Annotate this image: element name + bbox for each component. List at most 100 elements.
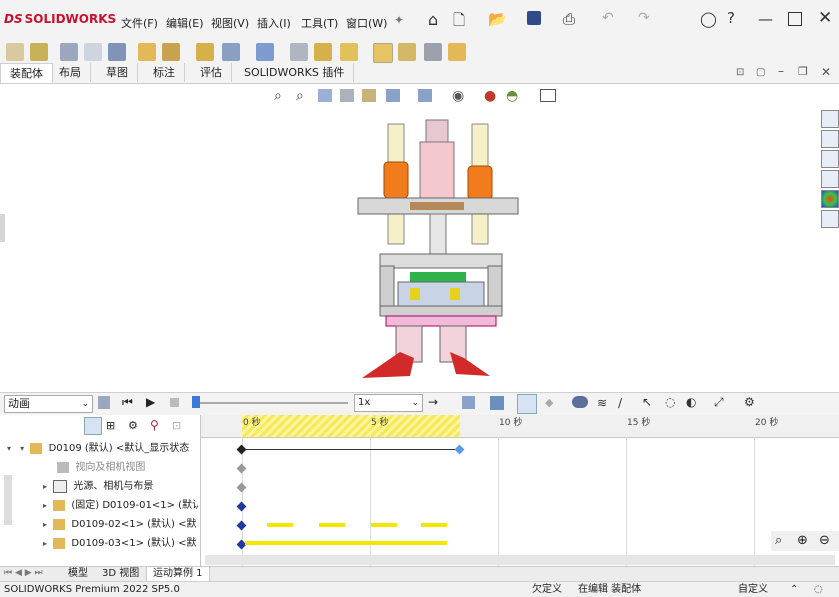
tab-3d-views[interactable]: 3D 视图 xyxy=(96,567,145,581)
reference-geometry-icon[interactable] xyxy=(256,43,274,61)
mate-icon[interactable] xyxy=(60,43,78,61)
assembly-features-icon[interactable] xyxy=(222,43,240,61)
time-bar-end-key[interactable] xyxy=(454,444,465,455)
zoom-to-area-icon[interactable]: ⌕ xyxy=(296,88,304,104)
linear-pattern-icon[interactable] xyxy=(108,43,126,61)
filter-selected-icon[interactable]: ⚙ xyxy=(128,419,138,432)
file-explorer-icon[interactable] xyxy=(821,150,839,168)
menu-window[interactable]: 窗口(W) xyxy=(346,15,387,31)
dynamic-annotation-icon[interactable] xyxy=(362,89,376,102)
edit-appearance-icon[interactable]: ● xyxy=(484,88,496,104)
view-settings-icon[interactable] xyxy=(540,89,556,102)
undo-icon[interactable]: ↶ xyxy=(602,10,614,26)
playback-slider[interactable] xyxy=(196,402,348,404)
key-point[interactable] xyxy=(236,463,247,474)
filter-driving-icon[interactable]: ⊞ xyxy=(106,419,115,432)
insert-components-icon[interactable] xyxy=(30,43,48,61)
tab-sketch[interactable]: 草图 xyxy=(97,63,138,82)
tab-markup[interactable]: 标注 xyxy=(144,63,185,82)
play-from-start-icon[interactable]: ⏮ xyxy=(122,395,133,410)
doc-close-icon[interactable]: ✕ xyxy=(821,65,831,79)
component-preview-icon[interactable] xyxy=(84,43,102,61)
spring-icon[interactable]: ≋ xyxy=(597,396,607,410)
menu-edit[interactable]: 编辑(E) xyxy=(166,15,204,31)
animation-wizard-icon[interactable] xyxy=(490,396,504,410)
take-snapshot-icon[interactable] xyxy=(424,43,442,61)
zoom-out-timeline-icon[interactable]: ⊖ xyxy=(819,533,830,548)
motor-icon[interactable] xyxy=(572,396,588,408)
motion-study-properties-icon[interactable]: ⚙ xyxy=(744,395,755,409)
custom-properties-icon[interactable] xyxy=(821,210,839,228)
graphics-area[interactable]: ⌕ ⌕ ◉ ● ◓ xyxy=(0,84,839,392)
move-component-icon[interactable] xyxy=(162,43,180,61)
maximize-window-icon[interactable] xyxy=(788,12,802,26)
add-key-icon[interactable]: ◆ xyxy=(545,396,553,409)
assembly-model[interactable] xyxy=(340,114,520,384)
results-plots-icon[interactable]: ⤢ xyxy=(714,395,724,410)
filter-animated-icon[interactable] xyxy=(84,417,102,435)
menu-tools[interactable]: 工具(T) xyxy=(301,15,338,31)
autokey-icon[interactable] xyxy=(517,394,537,414)
instant3d-icon[interactable] xyxy=(373,43,393,63)
tree-row-assembly[interactable]: ▾ ▾ D0109 (默认) <默认_显示状态 xyxy=(0,439,198,458)
doc-restore-icon[interactable]: ❐ xyxy=(798,65,808,78)
tab-model[interactable]: 模型 xyxy=(62,567,94,581)
tree-row-component-02[interactable]: ▸ D0109-02<1> (默认) <默 xyxy=(0,515,198,534)
bill-of-materials-icon[interactable] xyxy=(314,43,332,61)
view-palette-icon[interactable] xyxy=(821,170,839,188)
timeline[interactable]: 0 秒 5 秒 10 秒 15 秒 20 秒 ⌕ ⊕ ⊖ xyxy=(201,415,839,567)
zoom-in-timeline-icon[interactable]: ⊕ xyxy=(797,533,808,548)
tree-row-camera-views[interactable]: 视向及相机视图 xyxy=(0,458,198,477)
minimize-window-icon[interactable]: — xyxy=(758,10,773,28)
solidworks-resources-icon[interactable] xyxy=(821,110,839,128)
large-assembly-mode-icon[interactable] xyxy=(448,43,466,61)
edit-component-icon[interactable] xyxy=(6,43,24,61)
collapse-panel-icon[interactable]: ⊡ xyxy=(736,67,744,78)
tab-evaluate[interactable]: 评估 xyxy=(191,63,232,82)
hide-show-items-icon[interactable]: ◉ xyxy=(452,88,464,104)
menu-file[interactable]: 文件(F) xyxy=(121,15,158,31)
new-motion-study-icon[interactable] xyxy=(290,43,308,61)
close-window-icon[interactable]: ✕ xyxy=(818,8,832,28)
design-library-icon[interactable] xyxy=(821,130,839,148)
tab-scroll-arrows[interactable]: ⏮ ◀ ▶ ⏭ xyxy=(4,568,43,578)
view-orientation-icon[interactable] xyxy=(386,89,400,102)
home-icon[interactable]: ⌂ xyxy=(428,10,438,29)
new-document-icon[interactable]: 🗋 xyxy=(453,10,465,35)
pin-icon[interactable]: ✦ xyxy=(394,13,404,27)
damper-icon[interactable]: ∕ xyxy=(618,396,622,410)
expand-panel-icon[interactable]: ▢ xyxy=(756,67,765,78)
study-type-select[interactable]: 动画 ⌄ xyxy=(4,395,93,413)
solidworks-logo[interactable]: DS SOLIDWORKS xyxy=(4,12,116,26)
tree-row-lights[interactable]: ▸ 光源、相机与布景 xyxy=(0,477,198,496)
key-point[interactable] xyxy=(236,444,247,455)
tab-layout[interactable]: 布局 xyxy=(50,63,91,82)
display-style-icon[interactable] xyxy=(418,89,432,102)
key-point[interactable] xyxy=(236,482,247,493)
units-dropdown-icon[interactable]: ⌃ xyxy=(790,582,798,597)
key-point[interactable] xyxy=(236,501,247,512)
tab-motion-study-1[interactable]: 运动算例 1 xyxy=(146,567,210,582)
filter-results-icon[interactable]: ⚲ xyxy=(150,418,159,432)
apply-scene-icon[interactable]: ◓ xyxy=(506,88,518,104)
zoom-to-fit-icon[interactable]: ⌕ xyxy=(274,88,282,104)
menu-insert[interactable]: 插入(I) xyxy=(257,15,291,31)
user-account-icon[interactable]: ◯ xyxy=(700,10,717,28)
calculate-icon[interactable] xyxy=(98,396,110,409)
contact-icon[interactable]: ◌ xyxy=(665,395,675,409)
section-view-icon[interactable] xyxy=(340,89,354,102)
tree-scrollbar[interactable] xyxy=(4,475,12,525)
timeline-ruler[interactable]: 0 秒 5 秒 10 秒 15 秒 20 秒 xyxy=(201,415,839,438)
tree-row-component-03[interactable]: ▸ D0109-03<1> (默认) <默 xyxy=(0,534,198,553)
timeline-scrollbar[interactable] xyxy=(205,555,835,565)
save-icon[interactable] xyxy=(527,11,541,25)
toggle-status-icon[interactable]: ◌ xyxy=(814,582,823,597)
zoom-to-fit-timeline-icon[interactable]: ⌕ xyxy=(775,533,782,548)
exploded-view-icon[interactable] xyxy=(340,43,358,61)
tree-row-component-01[interactable]: ▸ (固定) D0109-01<1> (默认 xyxy=(0,496,198,515)
stop-icon[interactable] xyxy=(170,398,179,407)
help-icon[interactable]: ? xyxy=(727,9,735,27)
previous-view-icon[interactable] xyxy=(318,89,332,102)
play-icon[interactable]: ▶ xyxy=(146,395,155,409)
tab-assembly[interactable]: 装配体 xyxy=(0,63,53,83)
